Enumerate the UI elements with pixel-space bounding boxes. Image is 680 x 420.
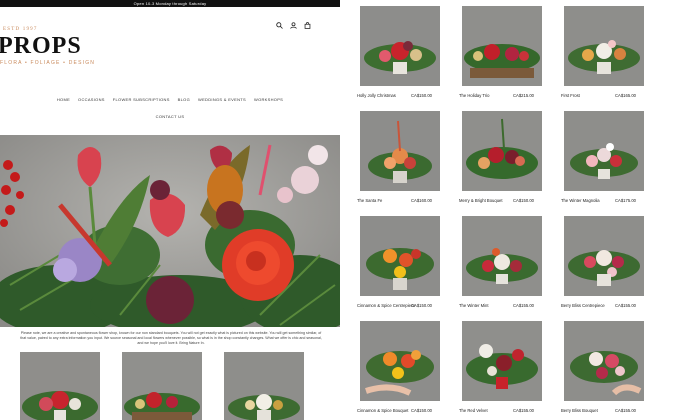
product-image[interactable] <box>564 321 644 401</box>
product-name[interactable]: Cinnamon & Spice Bouquet <box>357 408 408 413</box>
nav-contact-us[interactable]: CONTACT US <box>156 114 185 119</box>
product-price: CA$150.00 <box>411 303 432 308</box>
search-icon[interactable] <box>276 22 283 29</box>
product-grid: Holly Jolly Christmas CA$150.00 The Holi… <box>340 0 680 420</box>
shop-blurb: Please note, we are a creative and spont… <box>20 331 322 345</box>
product-image[interactable] <box>360 111 440 191</box>
product-price: CA$155.00 <box>615 408 636 413</box>
featured-thumb-2[interactable] <box>122 352 202 420</box>
product-price: CA$165.00 <box>615 93 636 98</box>
nav-occasions[interactable]: OCCASIONS <box>78 97 105 102</box>
nav-weddings-events[interactable]: WEDDINGS & EVENTS <box>198 97 246 102</box>
product-name[interactable]: Berry Bliss Centrepiece <box>561 303 605 308</box>
header-icons <box>276 22 311 29</box>
nav-workshops[interactable]: WORKSHOPS <box>254 97 283 102</box>
product-image[interactable] <box>360 321 440 401</box>
account-icon[interactable] <box>290 22 297 29</box>
product-price: CA$155.00 <box>513 303 534 308</box>
product-price: CA$175.00 <box>615 198 636 203</box>
hero-image <box>0 135 340 327</box>
nav-flower-subscriptions[interactable]: FLOWER SUBSCRIPTIONS <box>113 97 170 102</box>
product-name[interactable]: First Frost <box>561 93 580 98</box>
product-name[interactable]: The Winter Magnolia <box>561 198 600 203</box>
product-price: CA$155.00 <box>615 303 636 308</box>
featured-thumb-1[interactable] <box>20 352 100 420</box>
product-price: CA$160.00 <box>411 198 432 203</box>
home-panel: Open 10-3 Monday through Saturday ESTD 1… <box>0 0 340 420</box>
product-image[interactable] <box>360 216 440 296</box>
product-image[interactable] <box>360 6 440 86</box>
product-price: CA$150.00 <box>411 93 432 98</box>
product-price: CA$150.00 <box>513 198 534 203</box>
product-image[interactable] <box>564 216 644 296</box>
announcement-bar: Open 10-3 Monday through Saturday <box>0 0 340 7</box>
cart-icon[interactable] <box>304 22 311 29</box>
product-price: CA$155.00 <box>513 408 534 413</box>
product-image[interactable] <box>462 216 542 296</box>
product-image[interactable] <box>462 321 542 401</box>
product-name[interactable]: Merry & Bright Bouquet <box>459 198 503 203</box>
logo[interactable]: PROPS <box>0 33 82 60</box>
nav-blog[interactable]: BLOG <box>178 97 190 102</box>
featured-thumb-3[interactable] <box>224 352 304 420</box>
product-name[interactable]: The Holiday Trio <box>459 93 490 98</box>
product-name[interactable]: The Red Velvet <box>459 408 488 413</box>
main-nav: HOME OCCASIONS FLOWER SUBSCRIPTIONS BLOG… <box>0 97 340 119</box>
product-image[interactable] <box>462 111 542 191</box>
nav-home[interactable]: HOME <box>57 97 70 102</box>
product-image[interactable] <box>564 6 644 86</box>
product-name[interactable]: Holly Jolly Christmas <box>357 93 396 98</box>
product-name[interactable]: Berry Bliss Bouquet <box>561 408 598 413</box>
logo-tagline: FLORA • FOLIAGE • DESIGN <box>0 60 96 66</box>
product-name[interactable]: The Santa Fe <box>357 198 382 203</box>
product-price: CA$215.00 <box>513 93 534 98</box>
logo-est: ESTD 1997 <box>3 27 38 32</box>
product-image[interactable] <box>462 6 542 86</box>
product-name[interactable]: The Winter Mint <box>459 303 489 308</box>
featured-thumbs <box>0 352 340 420</box>
page: Open 10-3 Monday through Saturday ESTD 1… <box>0 0 680 420</box>
product-price: CA$150.00 <box>411 408 432 413</box>
product-image[interactable] <box>564 111 644 191</box>
